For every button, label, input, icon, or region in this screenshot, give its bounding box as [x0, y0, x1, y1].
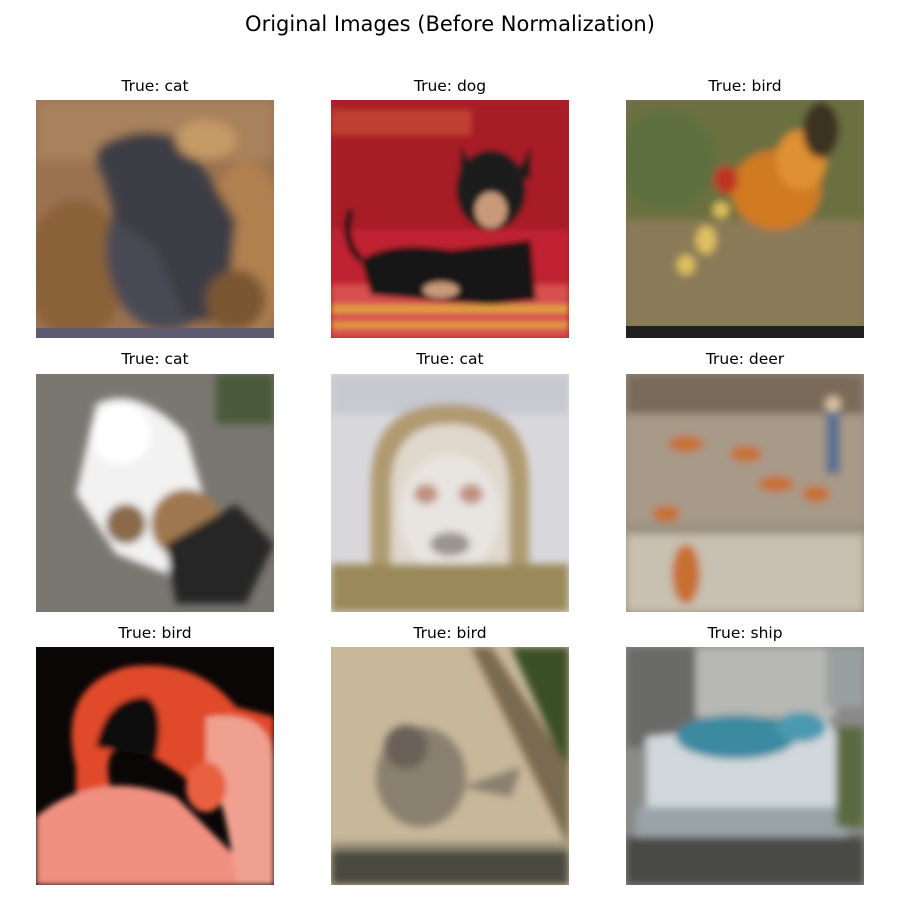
- image-cat-1: [36, 100, 274, 338]
- image-panel-4: [36, 374, 274, 612]
- panel-title-7: True: bird: [118, 624, 192, 642]
- image-panel-9: [626, 647, 864, 885]
- panel-title-1: True: cat: [121, 77, 189, 95]
- panel-title-8: True: bird: [413, 624, 487, 642]
- image-cat-2: [36, 374, 274, 612]
- panel-title-3: True: bird: [708, 77, 782, 95]
- image-panel-8: [331, 647, 569, 885]
- panel-title-5: True: cat: [416, 350, 484, 368]
- figure-title: Original Images (Before Normalization): [245, 12, 655, 36]
- panel-title-4: True: cat: [121, 350, 189, 368]
- panel-title-2: True: dog: [413, 77, 487, 95]
- image-panel-7: [36, 647, 274, 885]
- image-panel-2: [331, 100, 569, 338]
- image-panel-6: [626, 374, 864, 612]
- figure: Original Images (Before Normalization) T…: [0, 0, 900, 900]
- image-panel-3: [626, 100, 864, 338]
- image-bird-flamingo: [36, 647, 274, 885]
- image-bird-rooster: [626, 100, 864, 338]
- panel-title-6: True: deer: [705, 350, 785, 368]
- image-deer: [626, 374, 864, 612]
- image-panel-1: [36, 100, 274, 338]
- image-panel-5: [331, 374, 569, 612]
- image-dog: [331, 100, 569, 338]
- image-bird: [331, 647, 569, 885]
- image-ship: [626, 647, 864, 885]
- image-cat-3: [331, 374, 569, 612]
- panel-title-9: True: ship: [707, 624, 783, 642]
